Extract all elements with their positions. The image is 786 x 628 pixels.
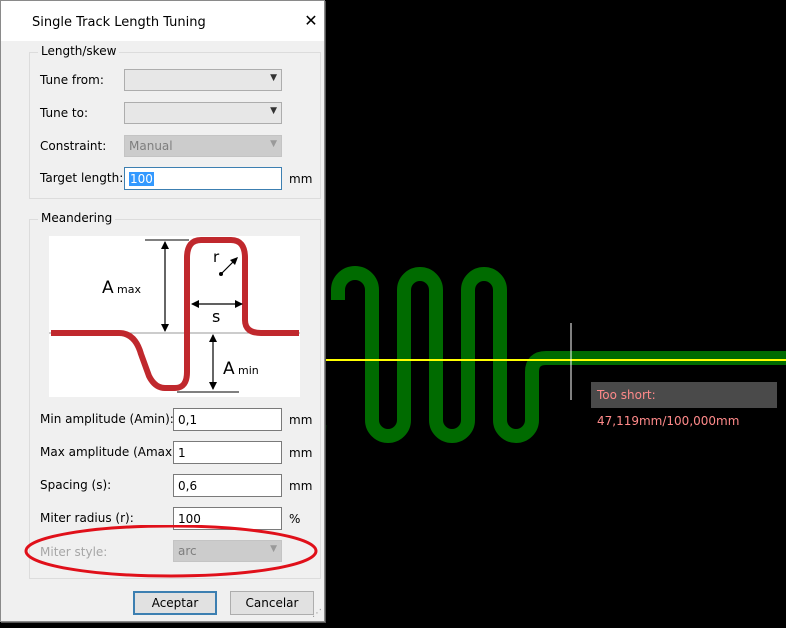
chevron-down-icon: ▼ (270, 139, 277, 149)
meander-diagram-svg: A max A min s r (49, 237, 300, 393)
miter-radius-label: Miter radius (r): (40, 511, 134, 525)
max-amplitude-label: Max amplitude (Amax): (40, 445, 181, 459)
chevron-down-icon: ▼ (270, 73, 277, 83)
target-length-unit: mm (289, 172, 313, 186)
ok-button[interactable]: Aceptar (133, 591, 217, 615)
svg-text:A: A (102, 278, 114, 298)
max-amplitude-unit: mm (289, 446, 313, 460)
target-length-label: Target length: (40, 171, 124, 185)
min-amplitude-input[interactable]: 0,1 (173, 408, 282, 431)
max-amplitude-input[interactable]: 1 (173, 441, 282, 464)
dialog-title: Single Track Length Tuning (32, 15, 206, 30)
annotation-ellipse (24, 525, 318, 578)
min-amplitude-unit: mm (289, 413, 313, 427)
tune-to-label: Tune to: (40, 106, 89, 120)
constraint-select[interactable]: Manual ▼ (124, 135, 282, 157)
length-status-tooltip: Too short: 47,119mm/100,000mm (591, 382, 777, 428)
chevron-down-icon: ▼ (270, 106, 277, 116)
svg-text:max: max (117, 283, 141, 296)
spacing-input[interactable]: 0,6 (173, 474, 282, 497)
target-length-input[interactable]: 100 (124, 167, 282, 190)
close-icon[interactable]: ✕ (303, 11, 319, 30)
cancel-button[interactable]: Cancelar (230, 591, 314, 615)
spacing-label: Spacing (s): (40, 478, 112, 492)
resize-grip-icon[interactable]: ⋰ (312, 608, 322, 619)
length-skew-heading: Length/skew (38, 44, 120, 58)
svg-text:r: r (213, 248, 220, 266)
tune-from-label: Tune from: (40, 73, 104, 87)
meander-diagram: A max A min s r (49, 236, 300, 397)
tune-to-select[interactable]: ▼ (124, 102, 282, 124)
tune-from-select[interactable]: ▼ (124, 69, 282, 91)
dialog-titlebar[interactable]: Single Track Length Tuning ✕ (1, 1, 324, 41)
constraint-label: Constraint: (40, 139, 107, 153)
svg-text:A: A (223, 359, 235, 379)
min-amplitude-label: Min amplitude (Amin): (40, 412, 174, 426)
svg-text:min: min (238, 364, 259, 377)
meandering-heading: Meandering (38, 211, 116, 225)
svg-text:s: s (212, 307, 220, 326)
spacing-unit: mm (289, 479, 313, 493)
miter-radius-unit: % (289, 512, 301, 526)
